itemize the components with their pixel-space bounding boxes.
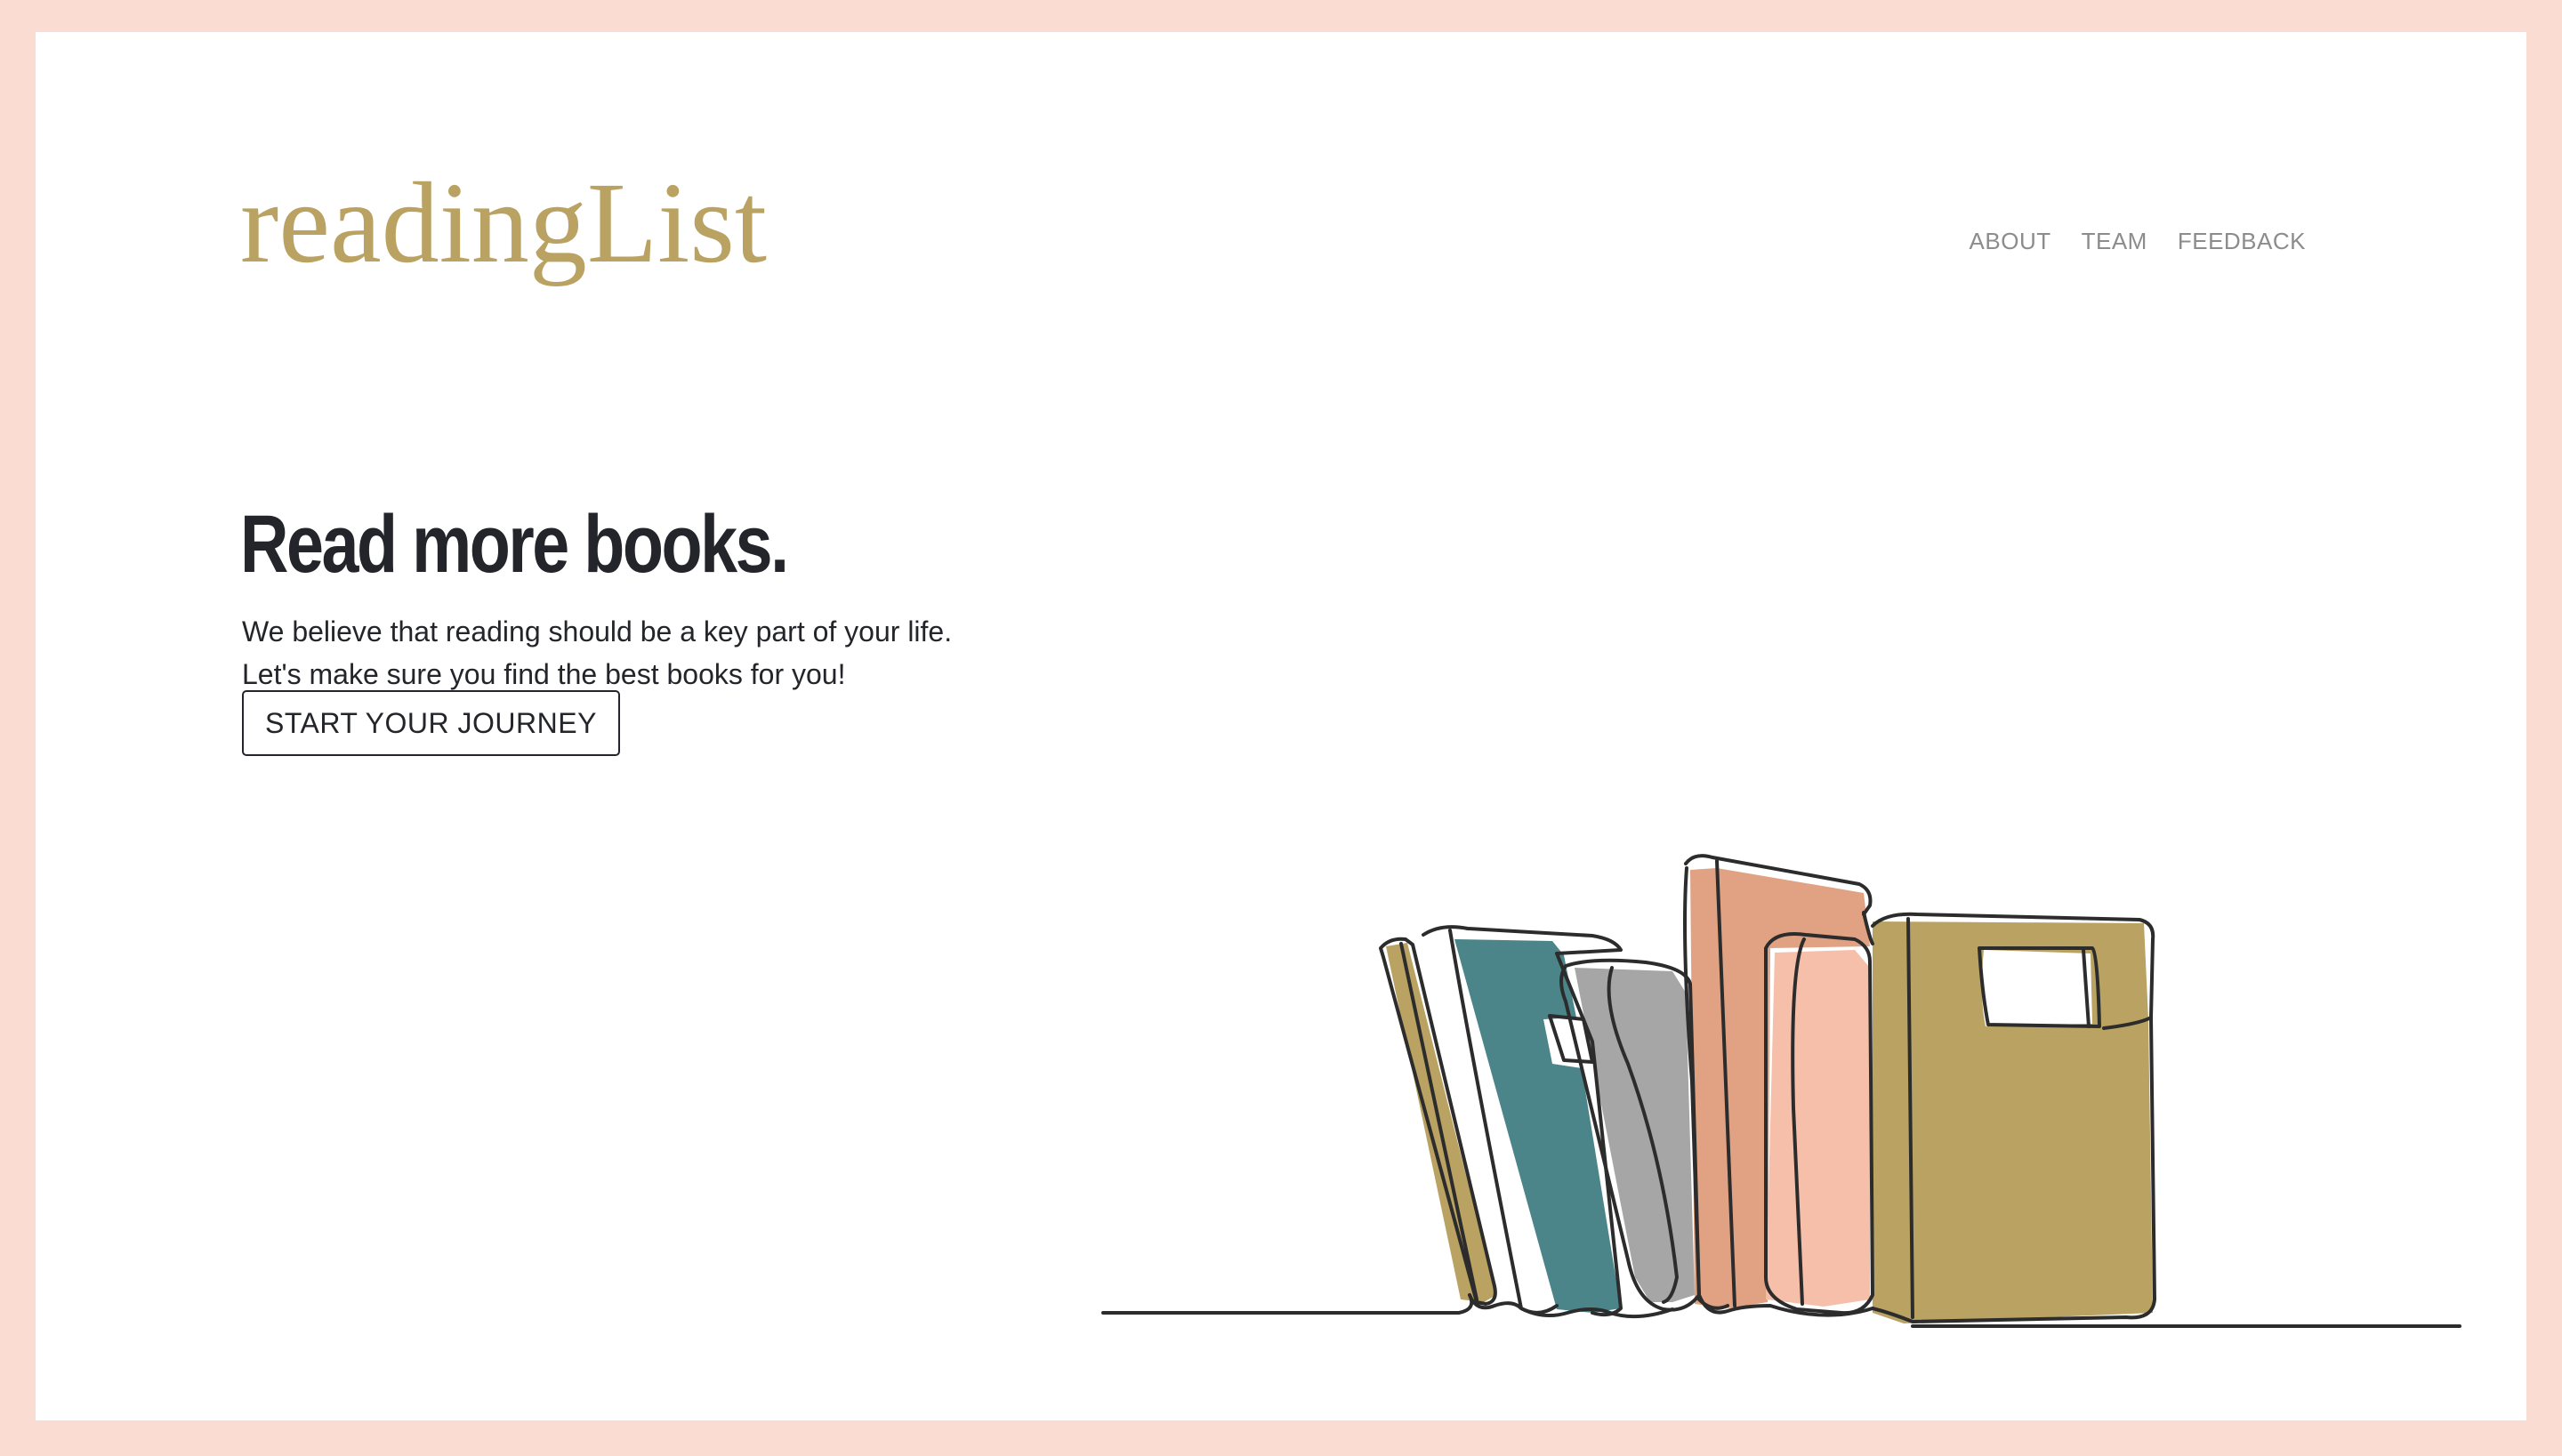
books-line-art-icon <box>1101 854 2461 1328</box>
logo[interactable]: readingList <box>240 165 767 281</box>
hero-title: Read more books. <box>240 499 789 590</box>
start-journey-button[interactable]: START YOUR JOURNEY <box>242 690 620 756</box>
hero-description: We believe that reading should be a key … <box>242 610 952 696</box>
nav-item-feedback[interactable]: FEEDBACK <box>2178 228 2306 255</box>
book-label <box>1981 950 2092 1026</box>
book-fills <box>1386 868 2153 1323</box>
nav-item-about[interactable]: ABOUT <box>1970 228 2051 255</box>
book-pink <box>1766 950 1870 1307</box>
hero-description-line-2: Let's make sure you find the best books … <box>242 658 846 690</box>
top-nav: ABOUT TEAM FEEDBACK <box>1970 228 2306 255</box>
page-frame: readingList ABOUT TEAM FEEDBACK Read mor… <box>36 32 2526 1420</box>
shelf-line-left <box>1101 1293 1474 1315</box>
hero-description-line-1: We believe that reading should be a key … <box>242 615 953 648</box>
nav-item-team[interactable]: TEAM <box>2082 228 2147 255</box>
books-illustration <box>1101 854 2461 1328</box>
